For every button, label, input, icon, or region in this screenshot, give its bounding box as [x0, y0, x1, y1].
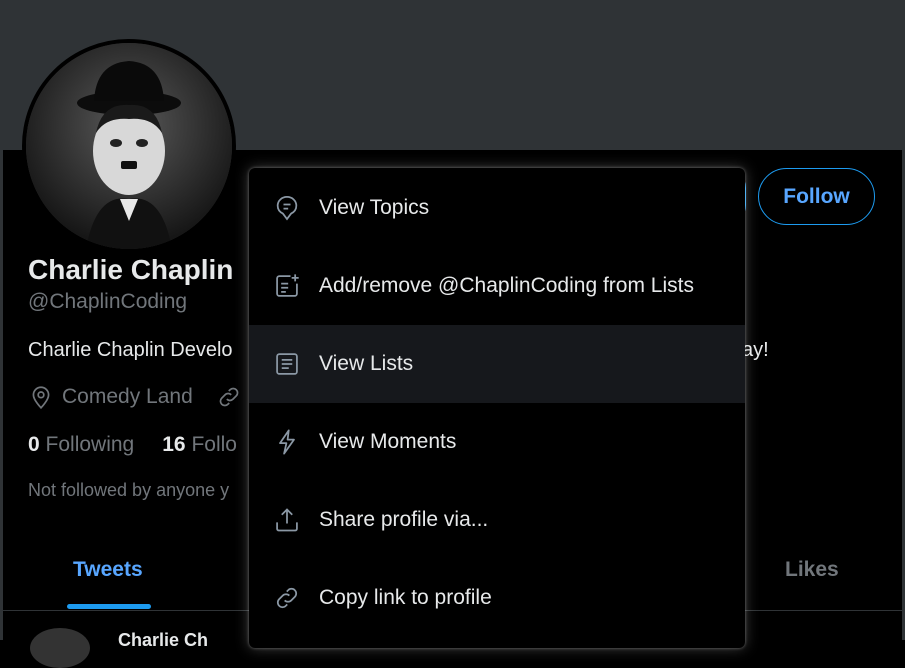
profile-name: Charlie Chaplin	[28, 254, 234, 285]
follow-button[interactable]: Follow	[758, 168, 875, 225]
location-label: Comedy Land	[62, 385, 193, 408]
menu-item-copy-link[interactable]: Copy link to profile	[249, 559, 745, 637]
avatar[interactable]	[22, 39, 236, 253]
menu-item-label: View Lists	[319, 352, 414, 375]
tweet-author-name: Charlie Ch	[118, 630, 209, 650]
menu-item-view-lists[interactable]: View Lists	[249, 325, 745, 403]
link-icon	[276, 587, 298, 609]
follow-counts[interactable]: 0 Following 16 Follo	[28, 433, 237, 457]
list-add-icon	[276, 274, 299, 297]
location-icon	[32, 386, 50, 410]
menu-item-view-topics[interactable]: View Topics	[249, 169, 745, 247]
menu-item-label: View Topics	[319, 196, 430, 219]
menu-item-add-remove-lists[interactable]: Add/remove @ChaplinCoding from Lists	[249, 247, 745, 325]
tab-tweets[interactable]: Tweets	[73, 558, 143, 582]
menu-item-share-profile[interactable]: Share profile via...	[249, 481, 745, 559]
profile-location: Comedy Land	[28, 384, 193, 410]
topics-icon	[276, 196, 298, 221]
tab-likes[interactable]: Likes	[785, 558, 839, 582]
moments-icon	[279, 429, 295, 455]
lists-icon	[276, 353, 298, 375]
following-label: Following	[45, 433, 135, 456]
followers-label: Follo	[191, 433, 237, 456]
tweet-avatar[interactable]	[30, 628, 90, 668]
profile-bio-tail: ay!	[742, 339, 769, 361]
followers-count: 16	[162, 433, 186, 456]
active-tab-indicator	[67, 604, 151, 609]
menu-item-label: Share profile via...	[319, 508, 489, 531]
profile-bio: Charlie Chaplin Develo	[28, 339, 233, 361]
menu-item-label: Add/remove @ChaplinCoding from Lists	[319, 274, 694, 297]
menu-item-label: View Moments	[319, 430, 457, 453]
website-link-icon[interactable]	[216, 384, 242, 410]
menu-item-label: Copy link to profile	[319, 586, 492, 609]
profile-more-menu: View Topics Add/remove @ChaplinCoding fr…	[249, 168, 745, 648]
share-icon	[276, 508, 298, 532]
menu-item-view-moments[interactable]: View Moments	[249, 403, 745, 481]
followers-you-know-note: Not followed by anyone y	[28, 480, 230, 500]
following-count: 0	[28, 433, 40, 456]
profile-handle: @ChaplinCoding	[28, 290, 188, 313]
